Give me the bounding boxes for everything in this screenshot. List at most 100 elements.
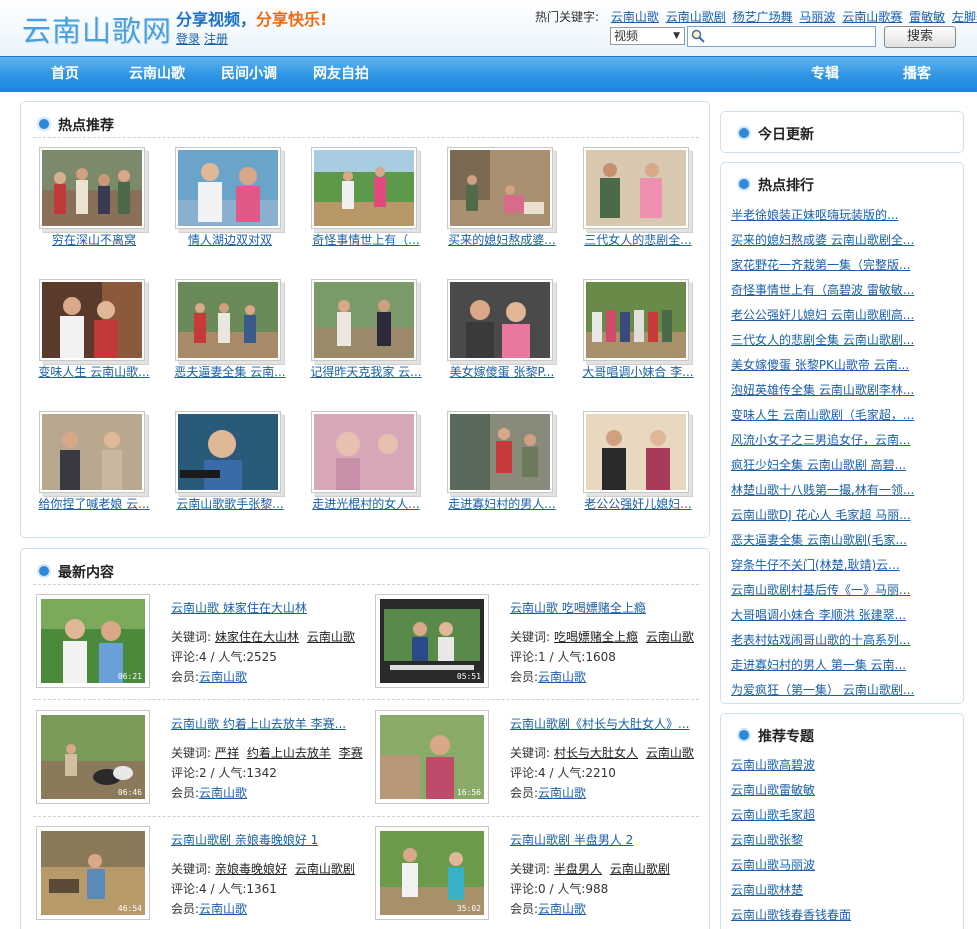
- video-title-link[interactable]: 给你捏了喊老娘 云...: [37, 495, 151, 512]
- rank-item-link[interactable]: 云南山歌剧村基后传《一》马丽...: [731, 581, 910, 598]
- video-thumbnail[interactable]: [450, 282, 550, 358]
- hot-keyword-link[interactable]: 云南山歌剧: [666, 10, 726, 24]
- video-thumbnail[interactable]: [41, 599, 145, 683]
- keyword-link[interactable]: 妹家住在大山林: [215, 630, 299, 644]
- member-link[interactable]: 云南山歌: [199, 902, 247, 916]
- video-thumbnail[interactable]: [41, 715, 145, 799]
- rank-item-link[interactable]: 林楚山歌十八贱第一撮,林有一领...: [731, 481, 914, 498]
- video-thumbnail[interactable]: [42, 150, 142, 226]
- video-thumbnail[interactable]: [586, 414, 686, 490]
- topic-link[interactable]: 云南山歌马丽波: [731, 856, 815, 873]
- hot-keyword-link[interactable]: 云南山歌: [611, 10, 659, 24]
- video-thumbnail-frame[interactable]: 06:21: [36, 594, 150, 688]
- search-button[interactable]: 搜索: [884, 26, 956, 48]
- nav-item-folk-tunes[interactable]: 民间小调: [221, 57, 277, 93]
- keyword-link[interactable]: 云南山歌剧: [295, 862, 355, 876]
- video-title-link[interactable]: 情人湖边双对双: [173, 231, 287, 248]
- video-title-link[interactable]: 记得昨天克我家 云...: [309, 363, 423, 380]
- register-link[interactable]: 注册: [204, 32, 228, 46]
- video-title-link[interactable]: 变味人生 云南山歌...: [37, 363, 151, 380]
- rank-item-link[interactable]: 老公公强奸儿媳妇 云南山歌剧高...: [731, 306, 914, 323]
- search-box[interactable]: [687, 26, 876, 47]
- rank-item-link[interactable]: 疯狂少妇全集 云南山歌剧 高碧...: [731, 456, 906, 473]
- keyword-link[interactable]: 云南山歌: [646, 746, 694, 760]
- keyword-link[interactable]: 云南山歌: [646, 630, 694, 644]
- member-link[interactable]: 云南山歌: [199, 786, 247, 800]
- keyword-link[interactable]: 约着上山去放羊: [247, 746, 331, 760]
- keyword-link[interactable]: 李赛: [339, 746, 363, 760]
- keyword-link[interactable]: 严祥: [215, 746, 239, 760]
- video-title-link[interactable]: 大哥唱调小妹合 李...: [581, 363, 695, 380]
- rank-item-link[interactable]: 半老徐娘装正妹呕嗨玩装版的...: [731, 206, 898, 223]
- hot-keyword-link[interactable]: 杨艺广场舞: [733, 10, 793, 24]
- search-type-select[interactable]: 视频 ▼: [610, 27, 685, 45]
- keyword-link[interactable]: 村长与大肚女人: [554, 746, 638, 760]
- nav-item-podcasts[interactable]: 播客: [903, 57, 931, 93]
- video-title-link[interactable]: 云南山歌剧 亲娘毒晚娘好 1: [171, 831, 318, 848]
- video-title-link[interactable]: 买来的媳妇熬成婆...: [445, 231, 559, 248]
- nav-item-albums[interactable]: 专辑: [811, 57, 839, 93]
- topic-link[interactable]: 云南山歌高碧波: [731, 756, 815, 773]
- rank-item-link[interactable]: 穿条牛仔不关门(林楚,耿靖)云...: [731, 556, 900, 573]
- video-thumbnail[interactable]: [314, 282, 414, 358]
- video-title-link[interactable]: 走进光棍村的女人...: [309, 495, 423, 512]
- nav-item-home[interactable]: 首页: [51, 57, 79, 93]
- nav-item-user-videos[interactable]: 网友自拍: [313, 57, 369, 93]
- nav-item-yunnan-shange[interactable]: 云南山歌: [129, 57, 185, 93]
- rank-item-link[interactable]: 为爱疯狂（第一集） 云南山歌剧...: [731, 681, 914, 698]
- video-title-link[interactable]: 奇怪事情世上有（...: [309, 231, 423, 248]
- topic-link[interactable]: 云南山歌张黎: [731, 831, 803, 848]
- video-title-link[interactable]: 走进寡妇村的男人...: [445, 495, 559, 512]
- video-thumbnail-frame[interactable]: 06:46: [36, 710, 150, 804]
- video-thumbnail[interactable]: [314, 414, 414, 490]
- hot-keyword-link[interactable]: 左脚舞: [952, 10, 977, 24]
- member-link[interactable]: 云南山歌: [538, 670, 586, 684]
- rank-item-link[interactable]: 家花野花一齐栽第一集（完整版...: [731, 256, 910, 273]
- video-thumbnail[interactable]: [178, 150, 278, 226]
- video-thumbnail[interactable]: [314, 150, 414, 226]
- video-thumbnail-frame[interactable]: 46:54: [36, 826, 150, 920]
- rank-item-link[interactable]: 老表村姑戏闹哥山歌的十高系列...: [731, 631, 910, 648]
- rank-item-link[interactable]: 变味人生 云南山歌剧（毛家超，...: [731, 406, 914, 423]
- video-thumbnail-frame[interactable]: 35:02: [375, 826, 489, 920]
- video-thumbnail[interactable]: [450, 150, 550, 226]
- video-thumbnail[interactable]: [586, 150, 686, 226]
- rank-item-link[interactable]: 云南山歌DJ 花心人 毛家超 马丽...: [731, 506, 911, 523]
- search-input[interactable]: [708, 28, 872, 45]
- site-logo[interactable]: 云南山歌网: [22, 8, 172, 50]
- video-title-link[interactable]: 穷在深山不离窝: [37, 231, 151, 248]
- keyword-link[interactable]: 云南山歌: [307, 630, 355, 644]
- video-title-link[interactable]: 云南山歌 约着上山去放羊 李赛...: [171, 715, 346, 732]
- rank-item-link[interactable]: 走进寡妇村的男人 第一集 云南...: [731, 656, 906, 673]
- rank-item-link[interactable]: 风流小女子之三男追女仔，云南...: [731, 431, 910, 448]
- video-thumbnail[interactable]: [380, 715, 484, 799]
- rank-item-link[interactable]: 恶夫逼妻全集 云南山歌剧(毛家...: [731, 531, 907, 548]
- rank-item-link[interactable]: 三代女人的悲剧全集 云南山歌剧...: [731, 331, 914, 348]
- video-title-link[interactable]: 云南山歌 妹家住在大山林: [171, 599, 307, 616]
- keyword-link[interactable]: 吃喝嫖赌全上瘾: [554, 630, 638, 644]
- keyword-link[interactable]: 亲娘毒晚娘好: [215, 862, 287, 876]
- member-link[interactable]: 云南山歌: [538, 902, 586, 916]
- topic-link[interactable]: 云南山歌钱春香钱春面: [731, 906, 851, 923]
- video-title-link[interactable]: 恶夫逼妻全集 云南...: [173, 363, 287, 380]
- video-title-link[interactable]: 三代女人的悲剧全...: [581, 231, 695, 248]
- video-thumbnail[interactable]: [380, 831, 484, 915]
- rank-item-link[interactable]: 泡妞英雄传全集 云南山歌剧李林...: [731, 381, 914, 398]
- topic-link[interactable]: 云南山歌毛家超: [731, 806, 815, 823]
- hot-keyword-link[interactable]: 雷敏敏: [909, 10, 945, 24]
- topic-link[interactable]: 云南山歌林楚: [731, 881, 803, 898]
- rank-item-link[interactable]: 买来的媳妇熬成婆 云南山歌剧全...: [731, 231, 914, 248]
- video-title-link[interactable]: 云南山歌剧《村长与大肚女人》...: [510, 715, 689, 732]
- video-thumbnail[interactable]: [586, 282, 686, 358]
- rank-item-link[interactable]: 美女嫁傻蛋 张黎PK山歌帝 云南...: [731, 356, 909, 373]
- video-title-link[interactable]: 老公公强奸儿媳妇...: [581, 495, 695, 512]
- login-link[interactable]: 登录: [176, 32, 200, 46]
- video-title-link[interactable]: 云南山歌 吃喝嫖赌全上瘾: [510, 599, 646, 616]
- video-thumbnail[interactable]: [380, 599, 484, 683]
- video-title-link[interactable]: 云南山歌歌手张黎...: [173, 495, 287, 512]
- hot-keyword-link[interactable]: 马丽波: [799, 10, 835, 24]
- video-thumbnail-frame[interactable]: 16:56: [375, 710, 489, 804]
- topic-link[interactable]: 云南山歌雷敏敏: [731, 781, 815, 798]
- video-thumbnail[interactable]: [450, 414, 550, 490]
- video-title-link[interactable]: 美女嫁傻蛋 张黎P...: [445, 363, 559, 380]
